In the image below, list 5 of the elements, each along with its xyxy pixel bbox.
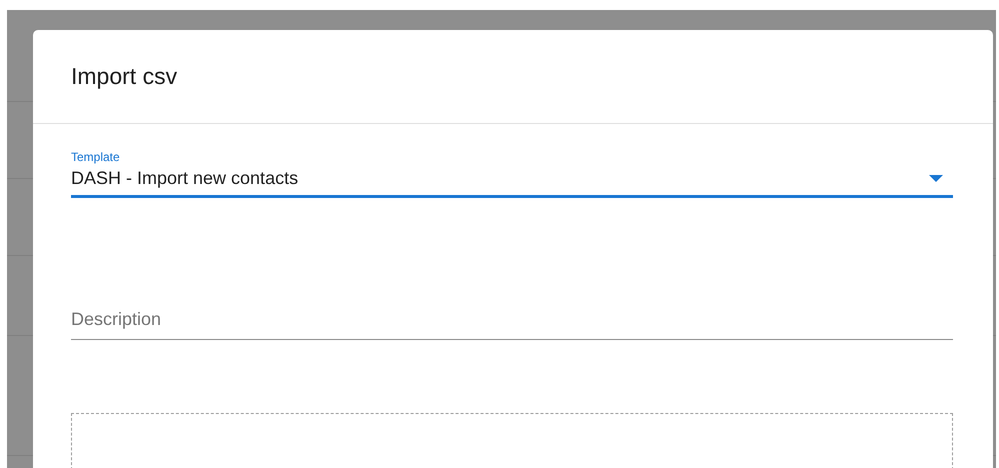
- dialog-title: Import csv: [71, 63, 178, 90]
- caret-icon: [929, 174, 943, 182]
- drop-zone[interactable]: [71, 413, 953, 468]
- template-select[interactable]: Template DASH - Import new contacts: [71, 150, 953, 198]
- description-field[interactable]: Description: [71, 309, 953, 340]
